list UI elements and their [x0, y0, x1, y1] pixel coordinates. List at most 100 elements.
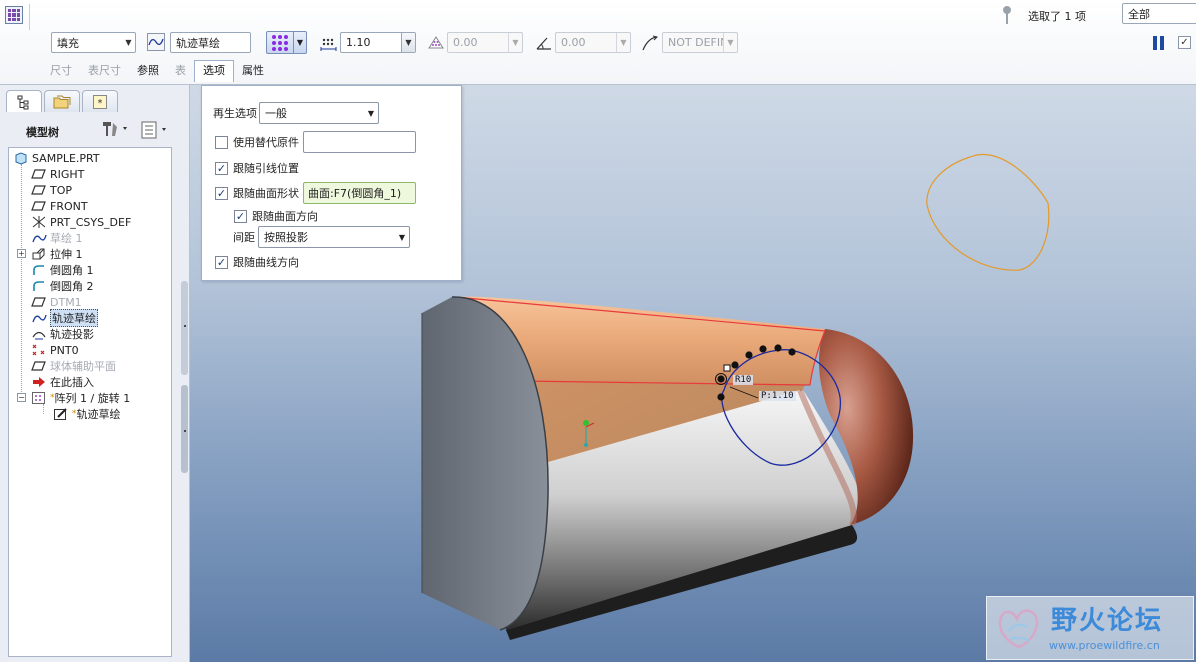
tree-item[interactable]: SAMPLE.PRT — [13, 150, 100, 166]
density-input[interactable]: 0.00 ▼ — [447, 32, 523, 53]
navigator-tabs: * — [6, 90, 118, 112]
tree-item[interactable]: 倒圆角 2 — [31, 278, 94, 294]
tree-item-label: SAMPLE.PRT — [32, 151, 100, 165]
tab-references[interactable]: 参照 — [129, 60, 167, 82]
angle-icon — [534, 33, 554, 53]
tree-item[interactable]: 拉伸 1 — [31, 246, 83, 262]
pattern-type-select[interactable]: 填充 ▼ — [51, 32, 136, 53]
follow-surface-checkbox[interactable]: ✓ — [215, 186, 228, 200]
tab-table-dimensions[interactable]: 表尺寸 — [80, 60, 129, 82]
spacing-dimension-value: 1.10 — [771, 391, 794, 401]
surface-collector[interactable]: 曲面:F7(倒圆角_1) — [303, 182, 416, 204]
model-tree-title: 模型树 — [26, 126, 59, 139]
spacing-dimension[interactable]: P:1.10 — [759, 391, 796, 401]
radius-dimension[interactable]: R10 — [733, 375, 754, 385]
datum-point-icon — [31, 343, 47, 357]
tree-item-label: PNT0 — [50, 343, 79, 357]
separator — [29, 4, 30, 30]
selection-filter-select[interactable]: 全部 — [1122, 3, 1196, 24]
follow-leader-checkbox[interactable]: ✓ — [215, 161, 228, 175]
tree-item[interactable]: 球体辅助平面 — [31, 358, 116, 374]
alt-origin-field[interactable] — [303, 131, 416, 153]
pattern-icon — [31, 391, 47, 405]
alt-origin-label: 使用替代原件 — [233, 136, 299, 149]
spacing-row: 间距 按照投影 ▼ — [233, 226, 410, 248]
extrude-icon — [31, 247, 47, 261]
insert-arrow-icon — [31, 375, 47, 389]
tree-item-label: 拉伸 1 — [50, 248, 83, 261]
tree-item[interactable]: 倒圆角 1 — [31, 262, 94, 278]
tree-item[interactable]: 在此插入 — [31, 374, 94, 390]
collapse-icon[interactable]: − — [17, 393, 26, 402]
datum-plane-icon — [31, 183, 47, 197]
spacing-icon — [319, 33, 339, 53]
forum-logo — [998, 609, 1039, 649]
datum-plane-icon — [31, 359, 47, 373]
follow-surface-dir-row: ✓ 跟随曲面方向 — [234, 208, 318, 224]
tree-item-label: 倒圆角 1 — [50, 264, 94, 277]
tree-item-label: 轨迹草绘 — [50, 309, 98, 327]
favorites-tab[interactable]: * — [82, 90, 118, 112]
alt-origin-row: 使用替代原件 — [215, 131, 416, 153]
regen-option-select[interactable]: 一般 ▼ — [259, 102, 379, 124]
sketch-icon — [31, 231, 47, 245]
splitter-handle-top[interactable] — [181, 281, 188, 375]
pause-button[interactable] — [1153, 36, 1165, 50]
tree-item[interactable]: 轨迹投影 — [31, 326, 94, 342]
folder-browser-tab[interactable] — [44, 90, 80, 112]
tree-item[interactable]: * 阵列 1 / 旋转 1 — [31, 390, 130, 406]
follow-leader-label: 跟随引线位置 — [233, 162, 299, 175]
preview-checkbox[interactable]: ✓ — [1178, 36, 1191, 49]
tree-item[interactable]: 草绘 1 — [31, 230, 83, 246]
tree-item-label: FRONT — [50, 199, 88, 213]
options-panel: 再生选项 一般 ▼ 使用替代原件 ✓ 跟随引线位置 ✓ 跟随曲面形状 曲面:F7(… — [201, 85, 462, 281]
sketch-edit-icon — [53, 407, 69, 421]
sketch-reference-field[interactable]: 轨迹草绘 — [170, 32, 251, 53]
follow-curve-dir-row: ✓ 跟随曲线方向 — [215, 254, 299, 270]
tools-icon[interactable] — [100, 119, 132, 142]
follow-curve-dir-label: 跟随曲线方向 — [233, 256, 299, 269]
tab-options[interactable]: 选项 — [194, 60, 234, 82]
tree-item[interactable]: RIGHT — [31, 166, 84, 182]
pin-icon — [1002, 5, 1012, 28]
csys-icon — [31, 215, 47, 229]
projection-icon — [31, 327, 47, 341]
pattern-member-button[interactable]: ▼ — [266, 31, 307, 54]
dashboard-tabs: 尺寸 表尺寸 参照 表 选项 属性 — [42, 60, 272, 82]
datum-plane-icon — [31, 167, 47, 181]
tab-properties[interactable]: 属性 — [234, 60, 272, 82]
tree-item-label: 球体辅助平面 — [50, 360, 116, 373]
tree-item[interactable]: FRONT — [31, 198, 88, 214]
tree-icon — [17, 95, 29, 109]
spacing-select[interactable]: 按照投影 ▼ — [258, 226, 410, 248]
round-icon — [31, 279, 47, 293]
density-icon — [426, 33, 446, 53]
follow-surface-dir-label: 跟随曲面方向 — [252, 210, 318, 223]
tree-item-label: 草绘 1 — [50, 232, 83, 245]
spacing-input[interactable]: 1.10 ▼ — [340, 32, 416, 53]
follow-surface-dir-checkbox[interactable]: ✓ — [234, 209, 247, 223]
tree-item-label: 轨迹投影 — [50, 328, 94, 341]
expand-icon[interactable]: + — [17, 249, 26, 258]
chevron-down-icon[interactable]: ▼ — [293, 32, 306, 53]
angle-input[interactable]: 0.00 ▼ — [555, 32, 631, 53]
feature-dashboard: 填充▼ 轨迹草绘 ▼ 1.10▼ 0.00▼ 0.00▼ NOT DEFINED… — [0, 0, 1196, 85]
model-tree-tab[interactable] — [6, 90, 42, 112]
folder-icon — [53, 95, 71, 108]
splitter-handle-bottom[interactable] — [181, 385, 188, 473]
tab-dimensions[interactable]: 尺寸 — [42, 60, 80, 82]
alt-origin-checkbox[interactable] — [215, 135, 228, 149]
follow-surface-row: ✓ 跟随曲面形状 曲面:F7(倒圆角_1) — [215, 182, 416, 204]
follow-curve-dir-checkbox[interactable]: ✓ — [215, 255, 228, 269]
extent-input[interactable]: NOT DEFINED▼ — [662, 32, 738, 53]
extent-icon — [640, 33, 660, 53]
tree-item[interactable]: 轨迹草绘 — [31, 309, 98, 327]
tree-item[interactable]: DTM1 — [31, 294, 82, 310]
tree-item[interactable]: PNT0 — [31, 342, 79, 358]
tree-item[interactable]: PRT_CSYS_DEF — [31, 214, 131, 230]
tree-item[interactable]: * 轨迹草绘 — [53, 406, 121, 422]
tree-item[interactable]: TOP — [31, 182, 72, 198]
tab-table[interactable]: 表 — [167, 60, 194, 82]
show-icon[interactable] — [140, 120, 172, 143]
tree-item-label: 轨迹草绘 — [76, 408, 121, 421]
